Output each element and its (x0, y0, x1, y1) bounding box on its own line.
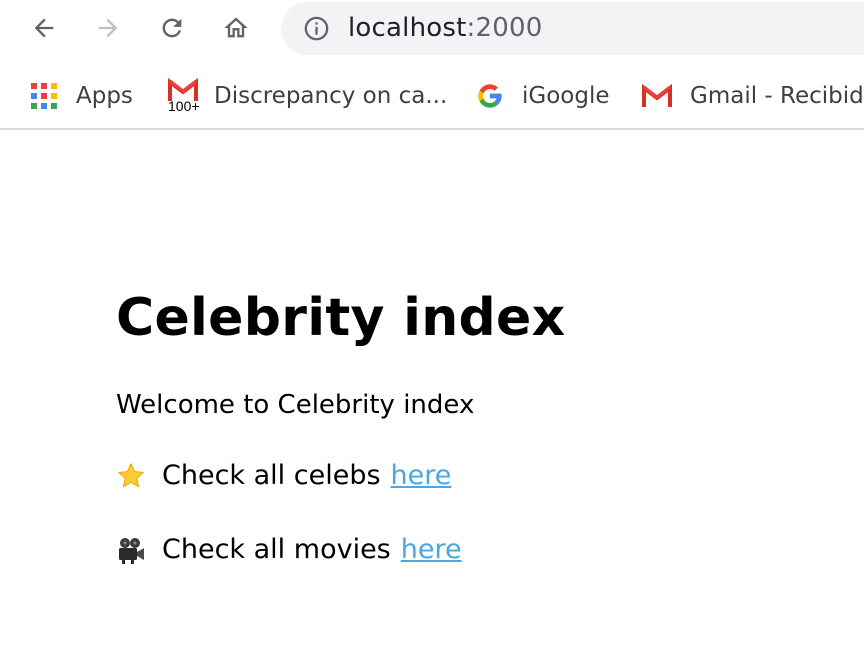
forward-button[interactable] (86, 6, 130, 50)
gmail-icon: 100+ (166, 76, 200, 116)
celebs-text: Check all celebs (162, 460, 381, 491)
url-host: localhost (348, 13, 467, 43)
celebs-link[interactable]: here (391, 460, 452, 491)
home-button[interactable] (214, 6, 258, 50)
address-bar[interactable]: localhost:2000 (281, 2, 864, 55)
bookmark-label: Discrepancy on ca... (214, 83, 448, 109)
movie-camera-icon (116, 535, 146, 565)
arrow-left-icon (34, 18, 54, 38)
url-port: :2000 (466, 13, 543, 43)
star-icon (116, 461, 146, 491)
bookmarks-bar: Apps 100+ Discrepancy on ca... iGoogle G… (0, 72, 864, 120)
bookmark-apps[interactable]: Apps (30, 72, 133, 120)
bookmark-gmail[interactable]: Gmail - Recibid (642, 72, 864, 120)
badge-count: 100+ (168, 98, 200, 114)
url-text[interactable]: localhost:2000 (348, 13, 542, 43)
browser-toolbar: localhost:2000 (0, 0, 864, 58)
reload-icon (162, 18, 182, 38)
google-g-icon (478, 84, 502, 108)
arrow-right-icon (98, 18, 118, 38)
welcome-text: Welcome to Celebrity index (116, 390, 475, 420)
page-title: Celebrity index (116, 288, 566, 348)
bookmark-label: Apps (76, 83, 133, 109)
celebs-row: Check all celebs here (116, 460, 451, 491)
bookmark-label: iGoogle (522, 83, 610, 109)
back-button[interactable] (22, 6, 66, 50)
reload-button[interactable] (150, 6, 194, 50)
movies-link[interactable]: here (401, 534, 462, 565)
home-icon (224, 17, 248, 38)
movies-row: Check all movies here (116, 534, 462, 565)
movies-text: Check all movies (162, 534, 391, 565)
bookmark-label: Gmail - Recibid (690, 83, 864, 109)
bookmark-discrepancy[interactable]: 100+ Discrepancy on ca... (166, 72, 447, 120)
apps-grid-icon (31, 83, 57, 109)
info-icon[interactable] (303, 15, 330, 42)
bookmark-igoogle[interactable]: iGoogle (476, 72, 610, 120)
toolbar-divider (0, 128, 864, 130)
gmail-icon (642, 84, 672, 107)
